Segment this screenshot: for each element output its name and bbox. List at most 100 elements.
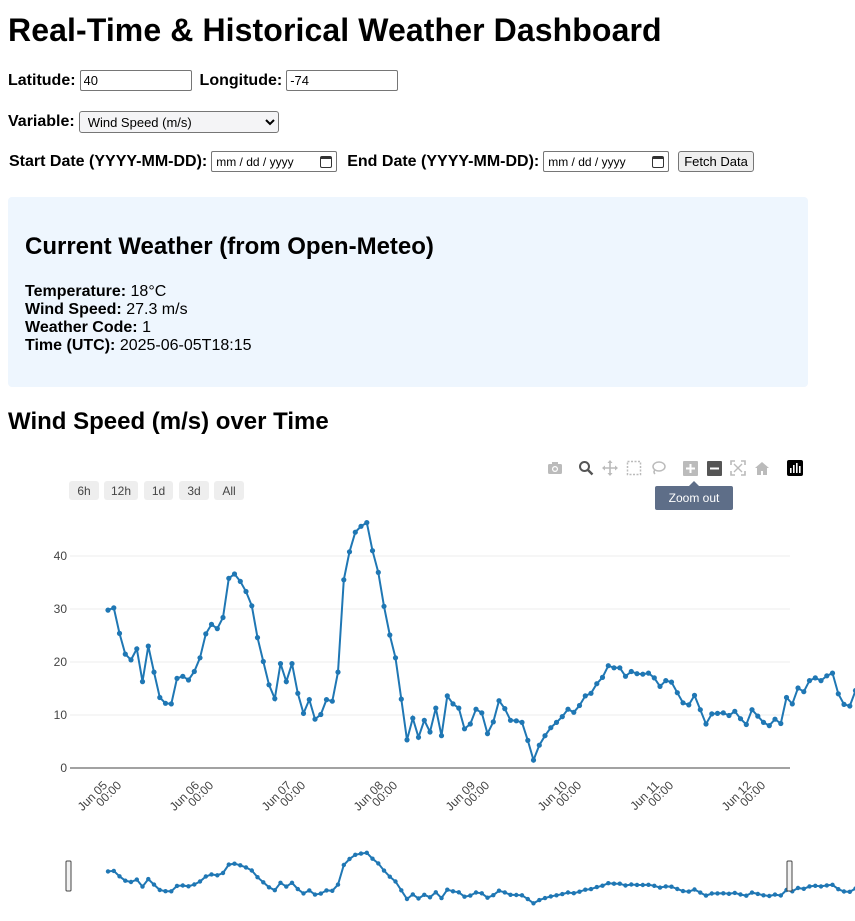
data-point: [272, 696, 278, 702]
start-date-input[interactable]: mm / dd / yyyy: [211, 151, 338, 172]
rangeslider-point: [169, 889, 174, 894]
rangeslider-point: [778, 893, 783, 898]
data-point: [841, 701, 847, 707]
zoom-out-icon[interactable]: [705, 459, 723, 477]
data-point: [283, 679, 289, 685]
data-point: [421, 717, 427, 723]
data-point: [306, 697, 312, 703]
x-tick-label: Jun 1100:00: [627, 778, 676, 813]
variable-select[interactable]: Wind Speed (m/s): [78, 111, 279, 133]
rangeslider-line: [107, 851, 855, 905]
rangeslider-point: [600, 883, 605, 888]
rangeslider-point: [180, 883, 185, 888]
rangeslider-point: [542, 895, 548, 901]
data-point: [260, 658, 266, 665]
data-point: [387, 632, 393, 638]
rangeslider-right-handle[interactable]: [786, 860, 793, 892]
lasso-icon[interactable]: [649, 459, 667, 477]
rangeslider-point: [197, 879, 203, 884]
data-point: [835, 691, 841, 697]
home-icon[interactable]: [753, 459, 771, 477]
data-point: [404, 737, 410, 743]
camera-icon[interactable]: [546, 459, 564, 477]
data-point: [663, 678, 669, 684]
data-point: [726, 712, 732, 719]
rangeslider-point: [485, 895, 490, 900]
data-point: [358, 523, 364, 529]
data-point: [226, 575, 232, 581]
data-point: [323, 697, 330, 703]
chart-heading: Wind Speed (m/s) over Time: [8, 408, 329, 435]
rangeslider-point: [669, 884, 674, 889]
range-button-6h[interactable]: 6h: [69, 481, 99, 500]
range-button-all[interactable]: All: [214, 481, 244, 500]
pan-icon[interactable]: [601, 459, 619, 477]
end-date-input[interactable]: mm / dd / yyyy: [543, 151, 670, 172]
rangeslider-point: [151, 882, 157, 887]
data-point: [640, 671, 646, 677]
rangeslider-left-handle[interactable]: [65, 860, 72, 892]
rangeslider-point: [795, 885, 801, 891]
time-line: Time (UTC): 2025-06-05T18:15: [25, 337, 791, 355]
wind-speed-chart[interactable]: 0 10 20 30 40 Jun 0500:00 Jun 0600:00 Jun 0700:…: [0, 500, 855, 921]
data-point: [525, 737, 531, 743]
rangeslider-point: [261, 880, 266, 885]
zoom-in-icon[interactable]: [681, 459, 699, 477]
rangeslider-point: [502, 890, 507, 895]
plotly-logo-icon[interactable]: [786, 459, 804, 477]
weather-code-line: Weather Code: 1: [25, 319, 791, 337]
data-point: [668, 679, 675, 685]
wind-speed-label: Wind Speed:: [25, 301, 122, 318]
fetch-data-button[interactable]: Fetch Data: [678, 151, 754, 172]
longitude-input[interactable]: [286, 70, 399, 91]
rangeslider-point: [709, 891, 714, 896]
autoscale-icon[interactable]: [729, 459, 747, 477]
data-point: [737, 716, 744, 722]
rangeslider-point: [519, 893, 525, 898]
rangeslider-point: [824, 883, 829, 888]
rangeslider-point: [146, 876, 151, 882]
rangeslider-point: [186, 884, 191, 889]
latitude-input[interactable]: [79, 70, 192, 91]
rangeslider-point: [255, 875, 260, 880]
rangeslider-point: [433, 890, 438, 895]
data-point: [611, 665, 617, 671]
range-button-3d[interactable]: 3d: [179, 481, 209, 500]
end-date-placeholder: mm / dd / yyyy: [548, 154, 626, 169]
x-tick-label: Jun 0500:00: [75, 778, 125, 814]
rangeslider-point: [646, 882, 651, 887]
box-select-icon[interactable]: [625, 459, 643, 477]
data-point: [346, 549, 353, 555]
range-button-1d[interactable]: 1d: [144, 481, 173, 500]
rangeslider-point: [307, 888, 312, 893]
rangeslider-point: [525, 896, 530, 902]
data-point: [134, 646, 140, 652]
rangeslider-point: [238, 863, 243, 868]
data-point: [111, 605, 117, 611]
data-point: [473, 706, 479, 712]
rangeslider-point: [749, 890, 755, 895]
coordinates-row: Latitude: Longitude:: [8, 70, 399, 91]
data-point: [766, 723, 772, 729]
rangeslider-point: [721, 891, 726, 896]
data-point: [329, 698, 335, 704]
data-point: [116, 630, 123, 636]
y-tick-label: 10: [54, 708, 68, 722]
temperature-value: 18°C: [130, 283, 167, 300]
data-point: [490, 719, 496, 725]
zoom-icon[interactable]: [577, 459, 595, 477]
rangeslider-point: [128, 879, 134, 885]
rangeslider-point: [140, 884, 145, 889]
variable-row: Variable: Wind Speed (m/s): [8, 111, 279, 133]
rangeslider-point: [588, 886, 594, 892]
rangeslider-point: [657, 885, 663, 890]
rangeslider-point: [686, 889, 691, 894]
rangeslider-point: [818, 884, 824, 889]
range-button-12h[interactable]: 12h: [104, 481, 138, 500]
data-point: [691, 692, 698, 698]
data-point: [249, 603, 255, 609]
calendar-icon[interactable]: [652, 155, 665, 168]
rangeslider-point: [301, 891, 306, 896]
calendar-icon[interactable]: [320, 155, 333, 168]
rangeslider-point: [416, 896, 421, 901]
